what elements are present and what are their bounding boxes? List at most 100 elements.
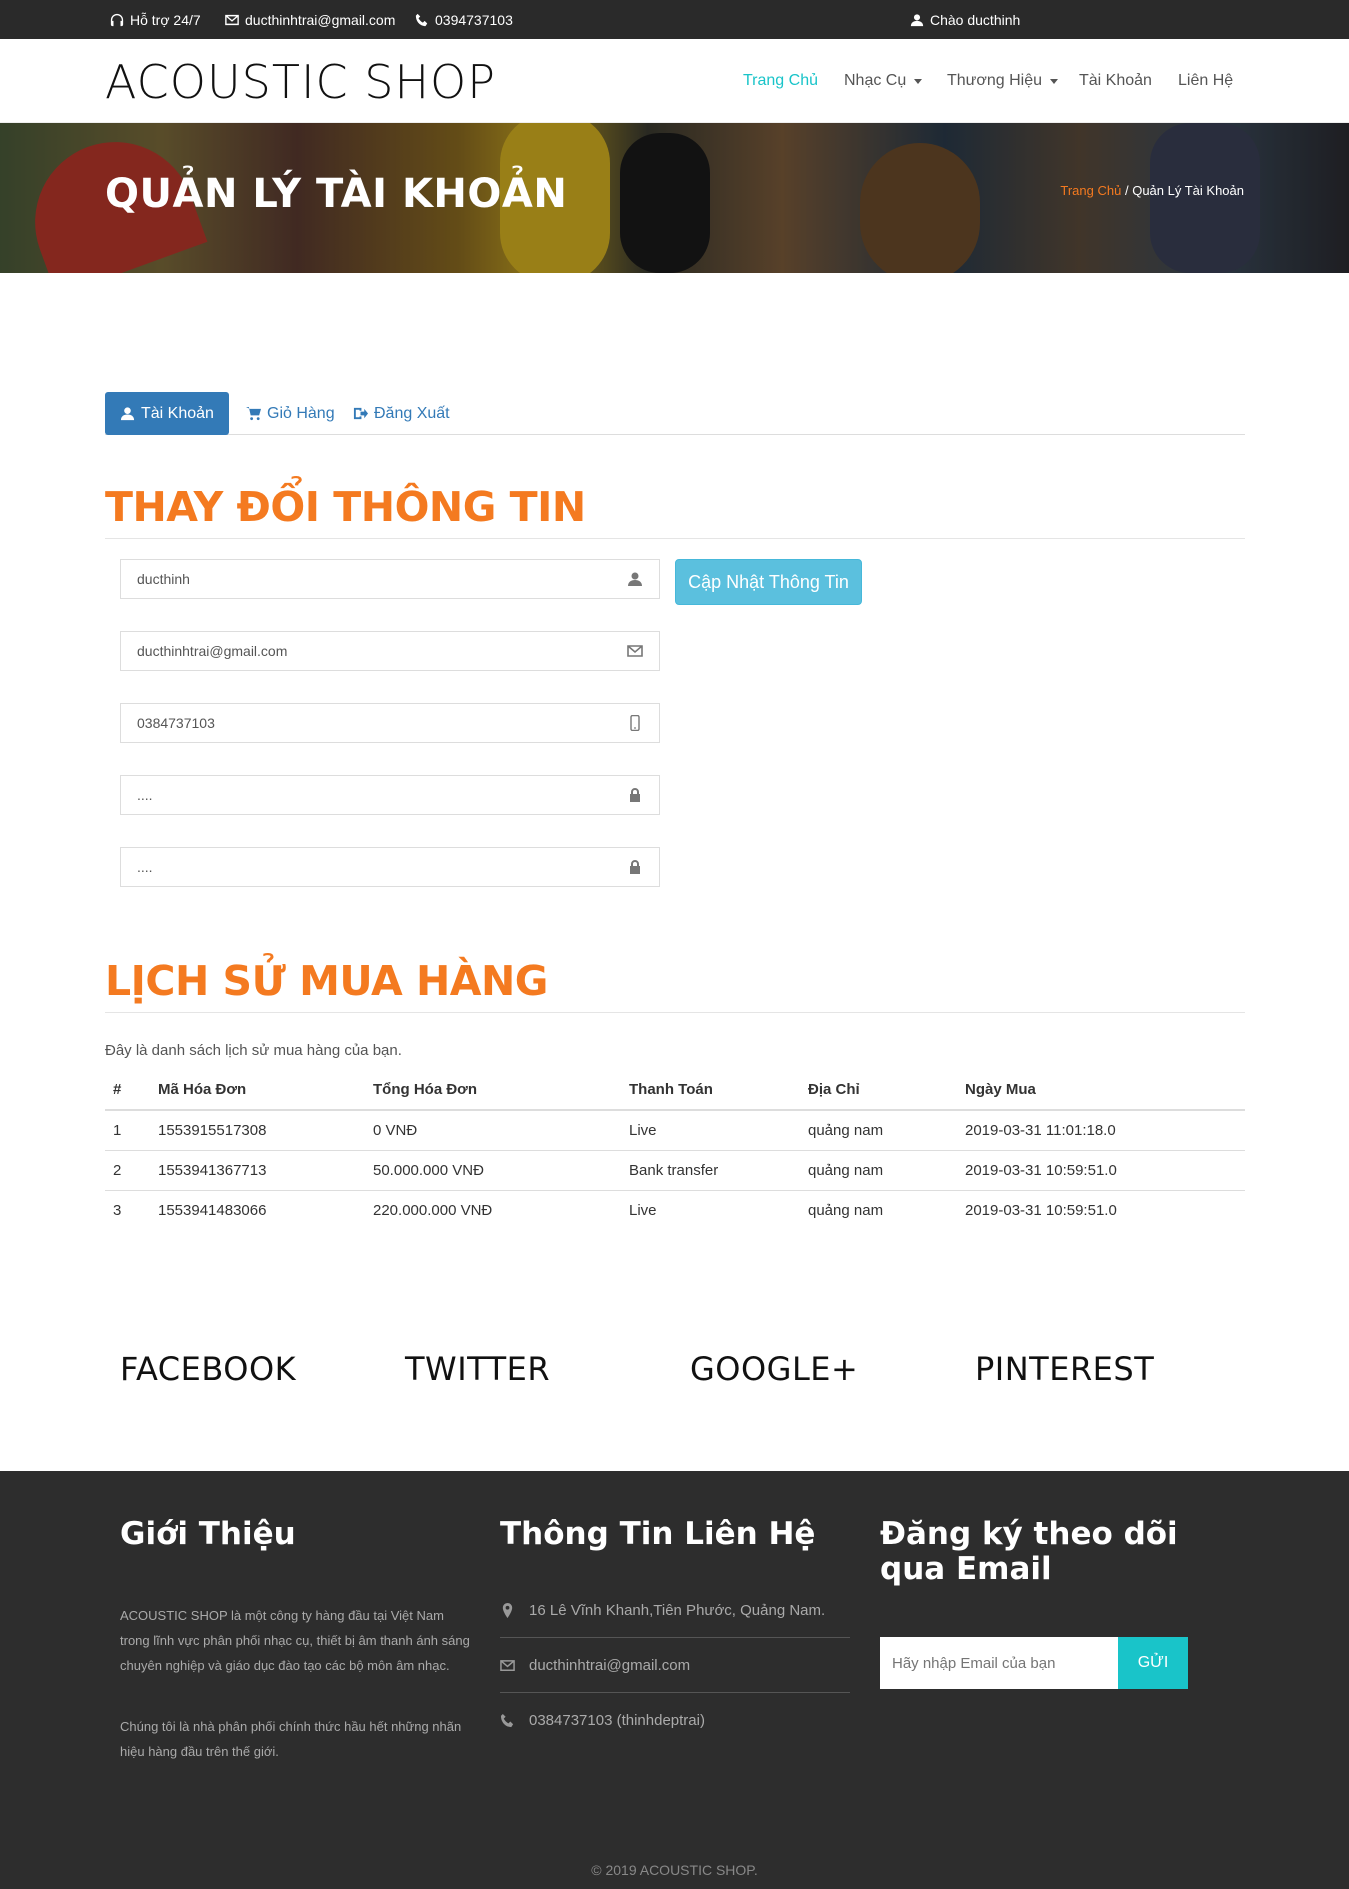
about-title: Giới Thiệu — [120, 1516, 296, 1552]
breadcrumb-home[interactable]: Trang Chủ — [1060, 183, 1121, 198]
top-bar: Hỗ trợ 24/7 ducthinhtrai@gmail.com 03947… — [0, 0, 1349, 39]
username-field[interactable] — [120, 559, 660, 599]
footer-email-text: ducthinhtrai@gmail.com — [529, 1656, 691, 1674]
phone-field[interactable] — [120, 703, 660, 743]
profile-section-title: THAY ĐỔI THÔNG TIN — [105, 483, 586, 531]
phone-input[interactable] — [121, 704, 659, 742]
email-input[interactable] — [121, 632, 659, 670]
greeting-text: Chào ducthinh — [930, 12, 1021, 28]
table-cell: 50.000.000 VNĐ — [365, 1150, 621, 1191]
table-cell: Live — [621, 1110, 800, 1151]
lock-icon — [630, 788, 640, 802]
envelope-icon — [627, 645, 643, 657]
table-cell: 2019-03-31 11:01:18.0 — [957, 1110, 1245, 1151]
tab-logout[interactable]: Đăng Xuất — [338, 392, 465, 435]
nav-brands[interactable]: Thương Hiệu — [947, 72, 1059, 90]
about-paragraph: ACOUSTIC SHOP là một công ty hàng đầu tạ… — [120, 1608, 470, 1673]
table-cell: 1 — [105, 1110, 150, 1151]
table-cell: 1553915517308 — [150, 1110, 365, 1151]
tab-logout-label: Đăng Xuất — [374, 404, 450, 422]
topbar-email-text: ducthinhtrai@gmail.com — [245, 12, 396, 28]
table-cell: 0 VNĐ — [365, 1110, 621, 1151]
pinterest-link[interactable]: PINTEREST — [975, 1350, 1154, 1388]
table-cell: quảng nam — [800, 1110, 957, 1151]
tab-account-label: Tài Khoản — [141, 404, 214, 422]
caret-down-icon — [1050, 78, 1059, 84]
update-info-button[interactable]: Cập Nhật Thông Tin — [675, 559, 862, 605]
divider — [105, 1012, 1245, 1013]
table-row: 3 1553941483066 220.000.000 VNĐ Live quả… — [105, 1190, 1245, 1230]
tab-cart-label: Giỏ Hàng — [267, 404, 335, 422]
email-field[interactable] — [120, 631, 660, 671]
history-section-title: LỊCH SỬ MUA HÀNG — [105, 957, 548, 1005]
table-cell: 2019-03-31 10:59:51.0 — [957, 1150, 1245, 1191]
nav-home[interactable]: Trang Chủ — [743, 72, 818, 90]
table-cell: 220.000.000 VNĐ — [373, 1201, 493, 1219]
caret-down-icon — [914, 78, 923, 84]
contact-phone[interactable]: 0384737103 (thinhdeptrai) — [500, 1693, 850, 1748]
shopping-cart-icon — [246, 406, 261, 421]
column-header: # — [105, 1070, 150, 1111]
confirm-password-input[interactable] — [121, 848, 659, 886]
mobile-phone-icon — [630, 715, 640, 731]
table-cell: 2 — [105, 1150, 150, 1191]
page-banner: QUẢN LÝ TÀI KHOẢN Trang Chủ / Quản Lý Tà… — [0, 123, 1349, 273]
tab-account[interactable]: Tài Khoản — [105, 392, 229, 435]
table-cell: Live — [629, 1201, 657, 1219]
lock-icon — [630, 860, 640, 874]
table-cell: 1553941367713 — [150, 1150, 365, 1191]
support-info: Hỗ trợ 24/7 — [110, 12, 201, 28]
breadcrumb-separator: / — [1124, 183, 1129, 198]
password-field[interactable] — [120, 775, 660, 815]
password-input[interactable] — [121, 776, 659, 814]
confirm-password-field[interactable] — [120, 847, 660, 887]
site-footer: Giới Thiệu ACOUSTIC SHOP là một công ty … — [0, 1471, 1349, 1889]
site-logo[interactable]: ACOUSTIC SHOP — [105, 55, 496, 109]
envelope-icon — [500, 1659, 515, 1671]
contact-email[interactable]: ducthinhtrai@gmail.com — [500, 1638, 850, 1693]
support-label: Hỗ trợ 24/7 — [130, 12, 201, 28]
breadcrumb: Trang Chủ / Quản Lý Tài Khoản — [1060, 183, 1244, 198]
table-cell: 2019-03-31 10:59:51.0 — [965, 1201, 1117, 1219]
contact-title: Thông Tin Liên Hệ — [500, 1516, 816, 1552]
facebook-link[interactable]: FACEBOOK — [120, 1350, 296, 1388]
order-history-table: # Mã Hóa Đơn Tổng Hóa Đơn Thanh Toán Địa… — [105, 1070, 1245, 1230]
tab-cart[interactable]: Giỏ Hàng — [231, 392, 350, 435]
page-title: QUẢN LÝ TÀI KHOẢN — [105, 171, 568, 217]
table-cell: quảng nam — [800, 1150, 957, 1191]
address-text: 16 Lê Vĩnh Khanh,Tiên Phước, Quảng Nam. — [529, 1601, 826, 1619]
nav-contact[interactable]: Liên Hệ — [1178, 72, 1233, 90]
nav-instruments[interactable]: Nhạc Cụ — [844, 72, 923, 90]
username-input[interactable] — [121, 560, 659, 598]
google-plus-link[interactable]: GOOGLE+ — [690, 1350, 858, 1388]
column-header: Ngày Mua — [957, 1070, 1245, 1111]
topbar-email[interactable]: ducthinhtrai@gmail.com — [225, 12, 395, 28]
user-icon — [628, 572, 642, 586]
main-navbar: ACOUSTIC SHOP Trang Chủ Nhạc Cụ Thương H… — [0, 39, 1349, 123]
nav-instruments-label: Nhạc Cụ — [844, 72, 907, 89]
column-header: Địa Chỉ — [800, 1070, 957, 1111]
nav-brands-label: Thương Hiệu — [947, 72, 1043, 89]
nav-account[interactable]: Tài Khoản — [1079, 72, 1152, 90]
subscribe-email-input[interactable] — [880, 1637, 1118, 1689]
table-row: 1 1553915517308 0 VNĐ Live quảng nam 201… — [105, 1110, 1245, 1151]
logout-icon — [353, 407, 368, 420]
column-header: Mã Hóa Đơn — [150, 1070, 365, 1111]
topbar-phone[interactable]: 0394737103 — [415, 12, 513, 28]
headphones-icon — [110, 13, 124, 27]
twitter-link[interactable]: TWITTER — [405, 1350, 550, 1388]
column-header: Tổng Hóa Đơn — [365, 1070, 621, 1111]
envelope-icon — [225, 14, 239, 26]
account-tabs: Tài Khoản Giỏ Hàng Đăng Xuất — [105, 392, 1245, 435]
copyright: © 2019 ACOUSTIC SHOP. — [591, 1862, 758, 1878]
table-cell: 1553941483066 — [158, 1201, 267, 1219]
topbar-phone-text: 0394737103 — [435, 12, 513, 28]
divider — [105, 538, 1245, 539]
subscribe-button[interactable]: GỬI — [1118, 1637, 1188, 1689]
table-cell: Bank transfer — [621, 1150, 800, 1191]
phone-icon — [415, 13, 428, 27]
user-greeting[interactable]: Chào ducthinh — [910, 12, 1020, 28]
phone-icon — [500, 1713, 514, 1728]
contact-address: 16 Lê Vĩnh Khanh,Tiên Phước, Quảng Nam. — [500, 1583, 850, 1638]
about-paragraph: Chúng tôi là nhà phân phối chính thức hầ… — [120, 1719, 462, 1759]
